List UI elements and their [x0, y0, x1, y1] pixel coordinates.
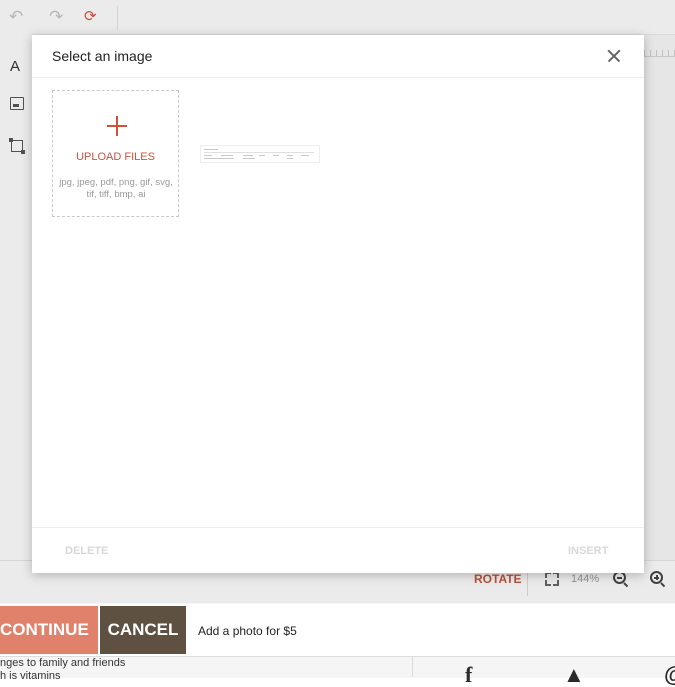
modal-title: Select an image — [52, 48, 153, 64]
footer-divider — [412, 656, 413, 677]
continue-button[interactable]: CONTINUE — [0, 606, 98, 654]
pinterest-icon[interactable]: @ — [664, 664, 675, 686]
footer-text: nges to family and friends h is vitamins — [0, 657, 125, 683]
delete-button[interactable]: DELETE — [65, 545, 108, 557]
upload-files-tile[interactable]: UPLOAD FILES jpg, jpeg, pdf, png, gif, s… — [52, 90, 179, 217]
cancel-button[interactable]: CANCEL — [100, 606, 186, 654]
close-icon[interactable] — [602, 44, 626, 68]
plus-icon — [107, 116, 127, 136]
upload-files-label: UPLOAD FILES — [76, 151, 155, 163]
image-thumbnail[interactable] — [200, 145, 320, 163]
modal-footer: DELETE INSERT — [32, 527, 644, 574]
twitter-icon[interactable]: ▲ — [563, 664, 585, 686]
modal-header: Select an image — [32, 35, 644, 78]
upload-formats-text: jpg, jpeg, pdf, png, gif, svg, tif, tiff… — [59, 177, 173, 200]
insert-button[interactable]: INSERT — [568, 545, 608, 557]
select-image-modal: Select an image UPLOAD FILES jpg, jpeg, … — [32, 35, 644, 573]
facebook-icon[interactable]: f — [465, 664, 472, 686]
footer-text-line: nges to family and friends — [0, 657, 126, 669]
add-photo-text: Add a photo for $5 — [198, 624, 297, 638]
